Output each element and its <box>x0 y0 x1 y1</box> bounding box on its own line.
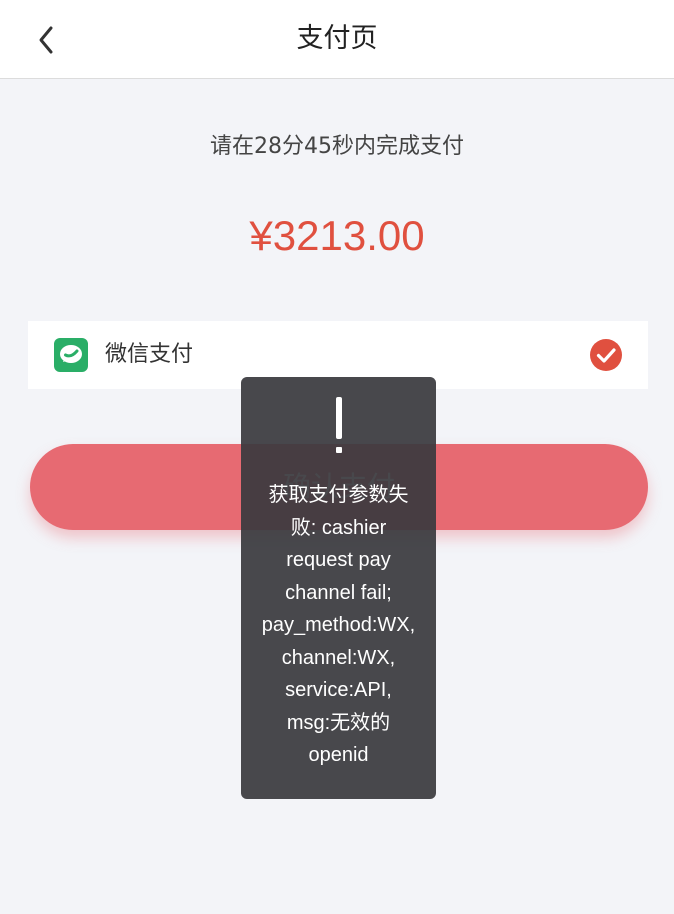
exclamation-icon <box>241 397 436 457</box>
toast-line: channel fail; <box>285 581 392 604</box>
error-toast: 获取支付参数失 败: cashier request pay channel f… <box>241 377 436 799</box>
payment-method-label: 微信支付 <box>105 342 194 367</box>
toast-line: channel:WX, <box>281 646 396 669</box>
nav-header: 支付页 <box>0 0 674 79</box>
toast-message: 获取支付参数失 败: cashier request pay channel f… <box>249 479 428 772</box>
toast-line: openid <box>308 744 369 766</box>
toast-line: msg:无效的 <box>286 711 391 734</box>
payment-amount: ¥3213.00 <box>249 212 425 259</box>
toast-line: 获取支付参数失 <box>268 484 409 506</box>
wechat-pay-icon <box>54 338 88 372</box>
toast-line: request pay <box>286 549 391 571</box>
toast-line: pay_method:WX, <box>261 614 416 636</box>
check-icon <box>590 339 622 371</box>
page-title: 支付页 <box>296 23 378 54</box>
payment-page: 支付页 请在28分45秒内完成支付 ¥3213.00 微信支付 确认支付 <box>0 0 674 914</box>
toast-line: 败: cashier <box>290 516 387 539</box>
countdown-text: 请在28分45秒内完成支付 <box>210 134 464 159</box>
toast-line: service:API, <box>285 679 392 701</box>
